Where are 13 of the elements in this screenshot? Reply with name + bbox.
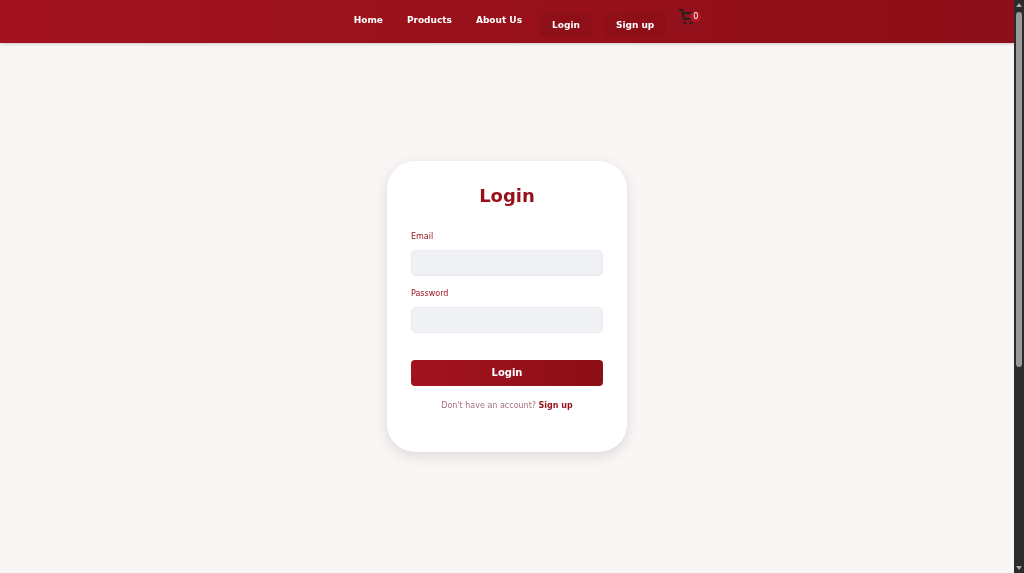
nav-button[interactable]: Sign up [603, 12, 667, 37]
cart-count: 0 [690, 10, 702, 22]
signup-prompt: Don't have an account? [441, 400, 537, 410]
signup-link[interactable]: Sign up [538, 400, 573, 410]
scrollbar-drawing[interactable] [1014, 0, 1024, 573]
login-title: Login [478, 184, 536, 206]
nav-link[interactable]: Products [406, 14, 452, 25]
field-label: Password [411, 288, 450, 298]
login-button[interactable]: Login [411, 359, 603, 386]
nav-link[interactable]: About Us [475, 14, 523, 25]
field-label: Email [411, 231, 435, 241]
nav-link[interactable]: Home [353, 14, 383, 25]
nav-button[interactable]: Login [540, 12, 592, 37]
